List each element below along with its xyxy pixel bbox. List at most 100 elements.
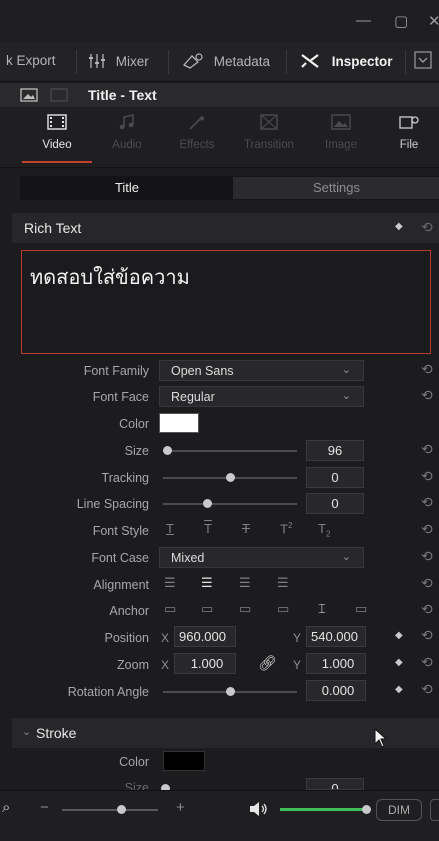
mixer-button[interactable]: Mixer (88, 53, 149, 69)
reset-icon[interactable]: ⟲ (421, 468, 433, 485)
rotation-slider-knob[interactable] (226, 687, 235, 696)
stroke-color-swatch[interactable] (163, 751, 205, 771)
anchor-right-icon[interactable]: ▭ (355, 601, 367, 617)
zoom-in-button[interactable]: + (176, 799, 185, 816)
tracking-input[interactable]: 0 (306, 467, 364, 488)
size-input[interactable]: 96 (306, 440, 364, 461)
dim-button[interactable]: DIM (376, 799, 422, 821)
keyframe-diamond-icon[interactable]: ◆ (395, 221, 403, 232)
tab-file[interactable]: File (374, 114, 439, 151)
reset-icon[interactable]: ⟲ (421, 387, 433, 404)
close-button[interactable]: ✕ (428, 12, 439, 30)
line-spacing-slider-knob[interactable] (203, 499, 212, 508)
chevron-down-icon: ⌄ (341, 551, 351, 563)
reset-icon[interactable]: ⟲ (421, 681, 433, 698)
reset-icon[interactable]: ⟲ (421, 654, 433, 671)
volume-slider-knob[interactable] (362, 805, 371, 814)
rich-text-content[interactable]: ทดสอบใส่ข้อความ (30, 261, 190, 293)
zoom-x-axis: X (161, 658, 170, 672)
reset-icon[interactable]: ⟲ (421, 494, 433, 511)
rich-text-editor[interactable]: ทดสอบใส่ข้อความ (21, 250, 431, 354)
restore-button[interactable]: ▢ (394, 12, 408, 30)
speaker-icon[interactable] (248, 801, 270, 817)
expand-toggle-button[interactable] (414, 51, 432, 72)
tab-transition[interactable]: Transition (234, 114, 304, 151)
anchor-top-icon[interactable]: ▭ (164, 601, 176, 617)
anchor-center-icon[interactable]: ⌶ (318, 601, 326, 617)
tab-audio[interactable]: Audio (92, 114, 162, 151)
overline-style-button[interactable]: T (204, 521, 212, 536)
reset-icon[interactable]: ⟲ (421, 361, 433, 378)
position-x-input[interactable]: 960.000 (174, 626, 236, 647)
top-toolbar: k Export Mixer Metadata Inspector (0, 42, 439, 82)
anchor-bottom-icon[interactable]: ▭ (239, 601, 251, 617)
keyframe-diamond-icon[interactable]: ◆ (395, 630, 403, 641)
reset-icon[interactable]: ⟲ (421, 219, 433, 236)
strikethrough-style-button[interactable]: T (242, 521, 250, 536)
minimize-button[interactable]: — (356, 12, 371, 29)
line-spacing-slider-track[interactable] (163, 503, 297, 505)
reset-icon[interactable]: ⟲ (421, 627, 433, 644)
chevron-down-icon (414, 51, 432, 69)
size-slider-knob[interactable] (163, 446, 172, 455)
keyframe-diamond-icon[interactable]: ◆ (395, 657, 403, 668)
zoom-search-icon[interactable]: ⌕ (2, 799, 10, 816)
rich-text-header[interactable]: Rich Text ◆ ⟲ (12, 213, 439, 243)
window-titlebar: — ▢ ✕ (0, 0, 439, 42)
active-tab-indicator (22, 161, 92, 163)
font-case-select[interactable]: Mixed ⌄ (159, 547, 364, 568)
align-center-icon[interactable]: ☰ (201, 575, 213, 591)
line-spacing-label: Line Spacing (76, 497, 149, 511)
zoom-y-input[interactable]: 1.000 (306, 653, 366, 674)
rotation-input[interactable]: 0.000 (306, 680, 366, 701)
tab-effects-label: Effects (179, 139, 215, 151)
tab-video[interactable]: Video (22, 114, 92, 151)
reset-icon[interactable]: ⟲ (421, 521, 433, 538)
metadata-icon (182, 53, 203, 69)
size-label: Size (124, 444, 149, 458)
align-justify-icon[interactable]: ☰ (277, 575, 289, 591)
position-y-input[interactable]: 540.000 (306, 626, 366, 647)
zoom-x-input[interactable]: 1.000 (174, 653, 236, 674)
font-family-select[interactable]: Open Sans ⌄ (159, 360, 364, 381)
segment-settings[interactable]: Settings (313, 180, 360, 195)
reset-icon[interactable]: ⟲ (421, 548, 433, 565)
inspector-label: Inspector (331, 54, 393, 69)
zoom-label: Zoom (117, 658, 149, 672)
superscript-style-button[interactable]: T2 (280, 521, 292, 536)
metadata-button[interactable]: Metadata (182, 53, 270, 69)
tab-image[interactable]: Image (306, 114, 376, 151)
align-right-icon[interactable]: ☰ (239, 575, 251, 591)
inspector-button[interactable]: Inspector (300, 53, 393, 69)
quick-export-button[interactable]: k Export (6, 53, 56, 68)
subscript-style-button[interactable]: T2 (318, 521, 330, 539)
tracking-slider-knob[interactable] (226, 473, 235, 482)
zoom-slider-knob[interactable] (117, 805, 126, 814)
clip-secondary-icon (50, 88, 68, 102)
zoom-slider-track[interactable] (62, 809, 158, 811)
underline-style-button[interactable]: T (166, 521, 174, 536)
anchor-left-icon[interactable]: ▭ (277, 601, 289, 617)
keyframe-diamond-icon[interactable]: ◆ (395, 684, 403, 695)
reset-icon[interactable]: ⟲ (421, 575, 433, 592)
align-left-icon[interactable]: ☰ (164, 575, 176, 591)
chevron-down-icon: ⌄ (341, 390, 351, 402)
segment-title[interactable]: Title (21, 177, 233, 199)
reset-icon[interactable]: ⟲ (421, 601, 433, 618)
size-slider-track[interactable] (163, 450, 297, 452)
line-spacing-input[interactable]: 0 (306, 493, 364, 514)
link-icon[interactable]: 🔗︎ (258, 654, 277, 672)
reset-icon[interactable]: ⟲ (421, 441, 433, 458)
tab-audio-label: Audio (112, 139, 142, 151)
anchor-middle-icon[interactable]: ▭ (201, 601, 213, 617)
position-label: Position (104, 631, 149, 645)
font-face-select[interactable]: Regular ⌄ (159, 386, 364, 407)
volume-slider-track[interactable] (280, 808, 366, 811)
music-note-icon (119, 114, 134, 130)
stroke-size-input[interactable]: 0 (306, 778, 364, 790)
overflow-button[interactable] (430, 799, 439, 821)
text-color-swatch[interactable] (159, 413, 199, 433)
tab-effects[interactable]: Effects (162, 114, 232, 151)
position-y-axis: Y (293, 631, 302, 645)
zoom-out-button[interactable]: − (40, 799, 49, 816)
